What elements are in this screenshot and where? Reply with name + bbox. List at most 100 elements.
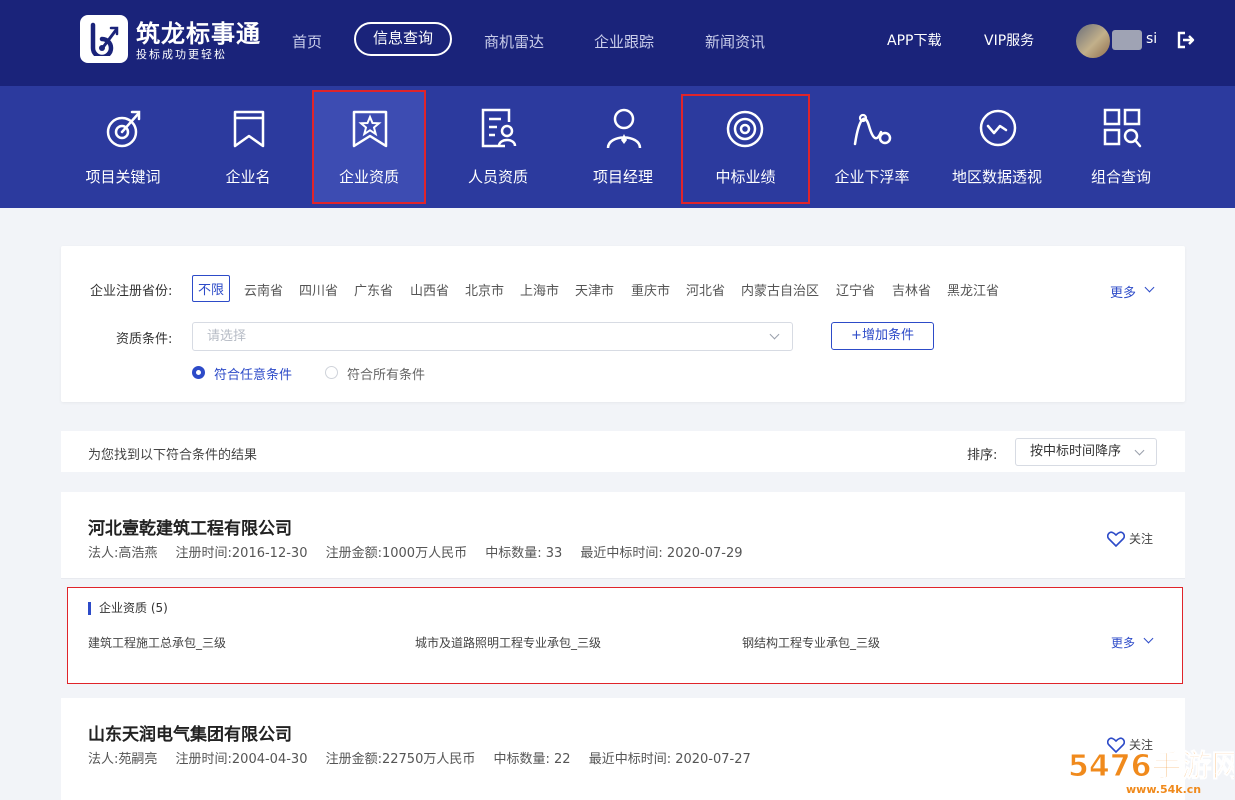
province-more-link[interactable]: 更多 <box>1110 282 1136 301</box>
map-wave-icon <box>979 109 1017 147</box>
bullseye-icon <box>726 110 764 148</box>
bookmark-icon <box>233 110 265 148</box>
chevron-down-icon <box>1144 282 1155 293</box>
star-bookmark-icon <box>352 110 388 148</box>
province-option[interactable]: 广东省 <box>354 280 393 299</box>
tool-personnel-qualification[interactable]: 人员资质 <box>436 86 560 208</box>
radio-match-any[interactable] <box>192 366 205 379</box>
company-meta: 法人:苑嗣亮 注册时间:2004-04-30 注册金额:22750万人民币 中标… <box>88 748 765 767</box>
radio-match-all[interactable] <box>325 366 338 379</box>
more-label: 更多 <box>1110 286 1137 301</box>
nav-news[interactable]: 新闻资讯 <box>705 26 765 58</box>
province-option[interactable]: 重庆市 <box>631 280 670 299</box>
tool-project-manager[interactable]: 项目经理 <box>561 86 685 208</box>
province-option[interactable]: 上海市 <box>520 280 559 299</box>
tool-label: 人员资质 <box>467 168 528 186</box>
qualification-select[interactable]: 请选择 <box>192 322 793 351</box>
add-condition-button[interactable]: +增加条件 <box>831 322 934 350</box>
brand-logo[interactable] <box>80 15 128 63</box>
vip-service-link[interactable]: VIP服务 <box>984 30 1034 50</box>
nav-company-tracking[interactable]: 企业跟踪 <box>594 26 654 58</box>
qualification-item: 城市及道路照明工程专业承包_三级 <box>415 636 602 650</box>
app-download-link[interactable]: APP下载 <box>887 30 941 50</box>
registered-capital: 注册金额:22750万人民币 <box>325 752 476 767</box>
qualification-item: 建筑工程施工总承包_三级 <box>88 636 227 650</box>
divider <box>61 578 1185 579</box>
registered-capital: 注册金额:1000万人民币 <box>325 546 468 561</box>
nav-info-query[interactable]: 信息查询 <box>354 22 453 56</box>
tool-label: 项目关键词 <box>85 168 161 186</box>
top-navigation-bar: 筑龙标事通 投标成功更轻松 首页 信息查询 商机雷达 企业跟踪 新闻资讯 APP… <box>0 0 1235 86</box>
sort-label: 排序: <box>967 448 998 463</box>
province-option[interactable]: 吉林省 <box>892 280 931 299</box>
avatar[interactable] <box>1076 24 1110 58</box>
province-option[interactable]: 黑龙江省 <box>947 280 999 299</box>
sort-select[interactable]: 按中标时间降序 <box>1015 438 1157 466</box>
logout-icon[interactable] <box>1176 30 1196 50</box>
province-option-any[interactable]: 不限 <box>192 275 231 302</box>
bid-count: 中标数量: 22 <box>493 752 571 767</box>
company-name[interactable]: 河北壹乾建筑工程有限公司 <box>88 514 292 539</box>
company-qualifications: 企业资质 (5) 建筑工程施工总承包_三级 城市及道路照明工程专业承包_三级 钢… <box>67 587 1183 684</box>
username-blur <box>1112 30 1142 50</box>
select-placeholder: 请选择 <box>207 329 247 344</box>
nav-opportunity-radar[interactable]: 商机雷达 <box>484 26 544 58</box>
query-tool-bar: 项目关键词 企业名 企业资质 人员资质 项目经理 中标业绩 企业下浮率 地区数据… <box>0 86 1235 208</box>
heart-icon <box>1107 530 1125 547</box>
province-option[interactable]: 辽宁省 <box>836 280 875 299</box>
province-option[interactable]: 北京市 <box>465 280 504 299</box>
brand-slogan: 投标成功更轻松 <box>136 48 227 61</box>
legal-person: 法人:苑嗣亮 <box>88 752 158 767</box>
province-option[interactable]: 四川省 <box>299 280 338 299</box>
chevron-down-icon <box>769 329 780 340</box>
company-name[interactable]: 山东天润电气集团有限公司 <box>88 720 292 745</box>
radio-match-any-label[interactable]: 符合任意条件 <box>214 364 292 383</box>
results-header: 为您找到以下符合条件的结果 排序: 按中标时间降序 <box>61 431 1185 472</box>
username[interactable]: si <box>1146 31 1157 47</box>
tool-label: 中标业绩 <box>715 168 776 186</box>
tool-label: 企业下浮率 <box>834 168 910 186</box>
follow-label: 关注 <box>1129 532 1154 546</box>
person-card-icon <box>481 108 517 148</box>
qualifications-title: 企业资质 (5) <box>88 602 168 615</box>
registration-date: 注册时间:2004-04-30 <box>175 752 308 767</box>
manager-icon <box>606 108 642 149</box>
brand-name: 筑龙标事通 <box>136 20 261 48</box>
qualifications-more-link[interactable]: 更多 <box>1111 634 1135 651</box>
qualification-item: 钢结构工程专业承包_三级 <box>742 636 881 650</box>
tool-label: 项目经理 <box>592 168 653 186</box>
tool-regional-data[interactable]: 地区数据透视 <box>935 86 1059 208</box>
company-card[interactable]: 河北壹乾建筑工程有限公司 法人:高浩燕 注册时间:2016-12-30 注册金额… <box>61 492 1185 578</box>
tool-label: 地区数据透视 <box>951 168 1042 186</box>
nav-home[interactable]: 首页 <box>292 26 322 58</box>
filter-panel: 企业注册省份: 不限 云南省 四川省 广东省 山西省 北京市 上海市 天津市 重… <box>61 246 1185 402</box>
watermark-text: 5476手游网 <box>1068 749 1234 784</box>
chevron-down-icon <box>1143 633 1154 644</box>
province-option[interactable]: 天津市 <box>575 280 614 299</box>
watermark-url: www.54k.cn <box>1126 783 1201 796</box>
province-option[interactable]: 内蒙古自治区 <box>741 280 819 299</box>
tool-label: 组合查询 <box>1090 168 1151 186</box>
target-arrow-icon <box>106 110 141 148</box>
follow-button[interactable]: 关注 <box>1107 530 1153 547</box>
province-label: 企业注册省份: <box>90 284 173 299</box>
bid-count: 中标数量: 33 <box>485 546 563 561</box>
sort-value: 按中标时间降序 <box>1030 444 1122 459</box>
last-bid-date: 最近中标时间: 2020-07-29 <box>580 546 743 561</box>
province-option[interactable]: 山西省 <box>410 280 449 299</box>
tool-combined-query[interactable]: 组合查询 <box>1059 86 1183 208</box>
wave-line-icon <box>853 113 892 146</box>
tool-company-name[interactable]: 企业名 <box>186 86 310 208</box>
province-option[interactable]: 河北省 <box>686 280 725 299</box>
tool-project-keyword[interactable]: 项目关键词 <box>61 86 185 208</box>
radio-match-all-label[interactable]: 符合所有条件 <box>347 364 425 383</box>
registration-date: 注册时间:2016-12-30 <box>175 546 308 561</box>
tool-company-qualification[interactable]: 企业资质 <box>312 90 426 204</box>
tool-label: 企业名 <box>225 168 271 186</box>
tool-winning-bids[interactable]: 中标业绩 <box>681 94 810 204</box>
company-card[interactable]: 山东天润电气集团有限公司 法人:苑嗣亮 注册时间:2004-04-30 注册金额… <box>61 698 1185 800</box>
logo-b-icon <box>90 22 119 56</box>
tool-label: 企业资质 <box>338 168 399 186</box>
tool-discount-rate[interactable]: 企业下浮率 <box>810 86 934 208</box>
province-option[interactable]: 云南省 <box>244 280 283 299</box>
